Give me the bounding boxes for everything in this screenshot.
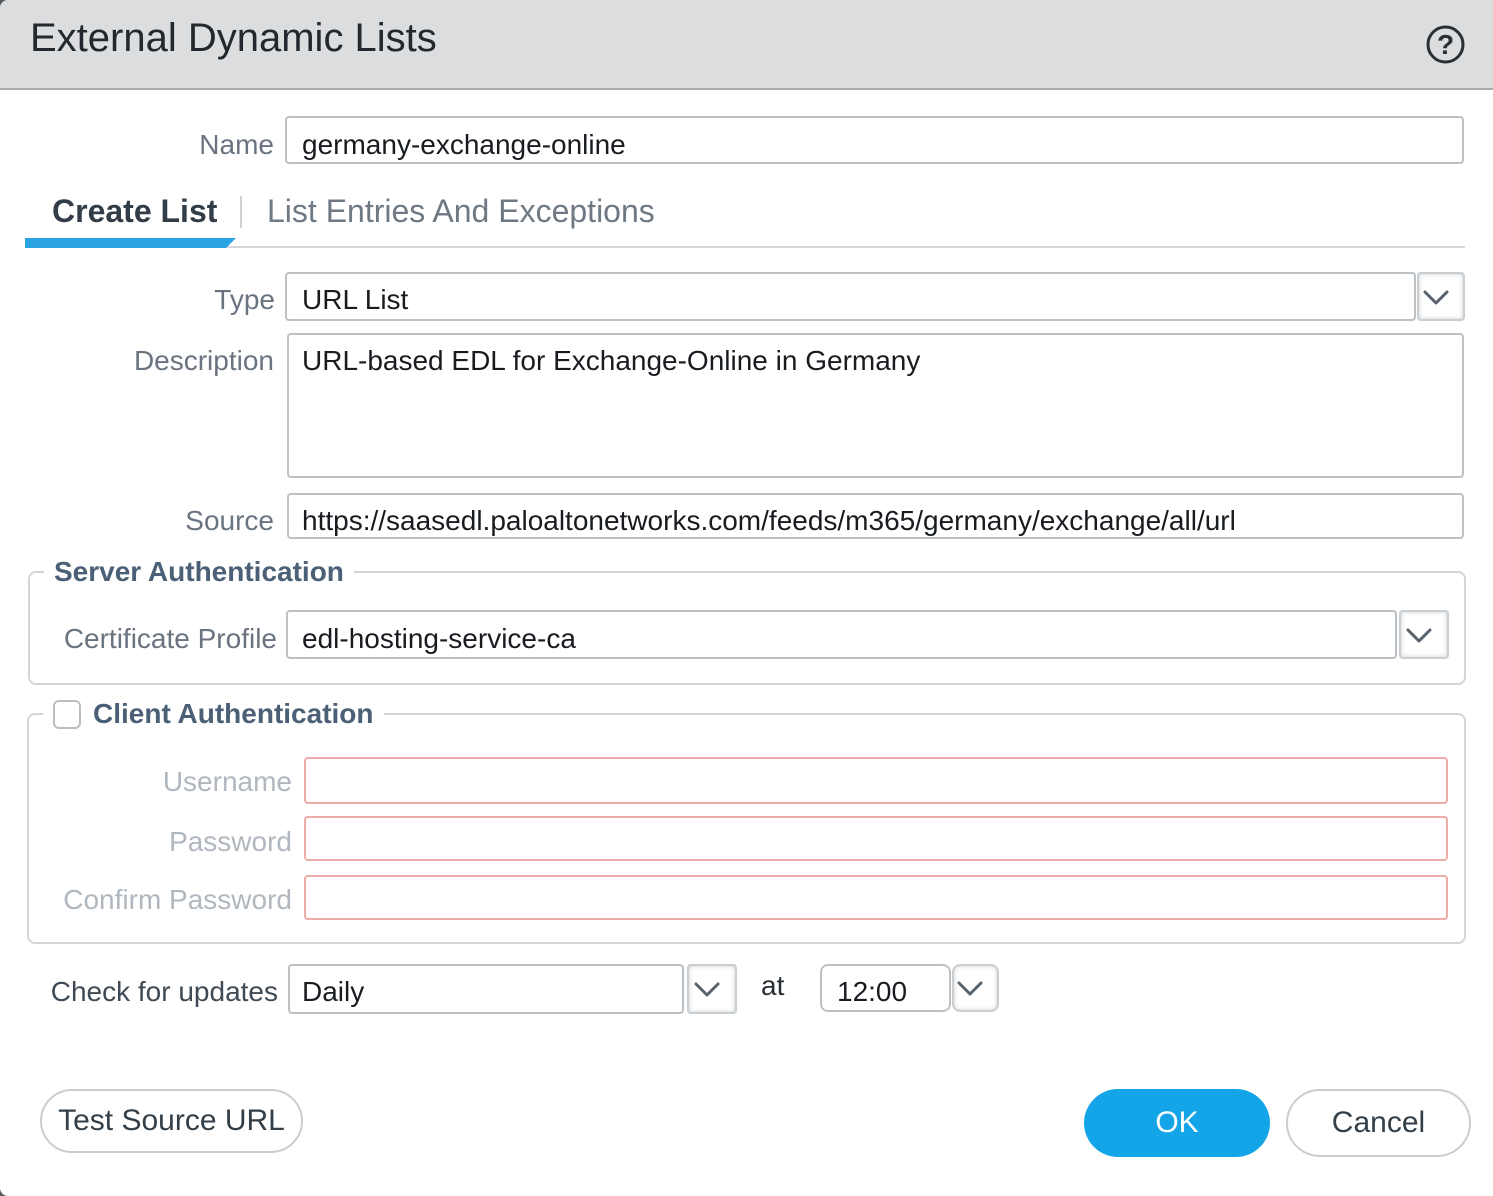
svg-text:?: ? bbox=[1437, 29, 1454, 60]
